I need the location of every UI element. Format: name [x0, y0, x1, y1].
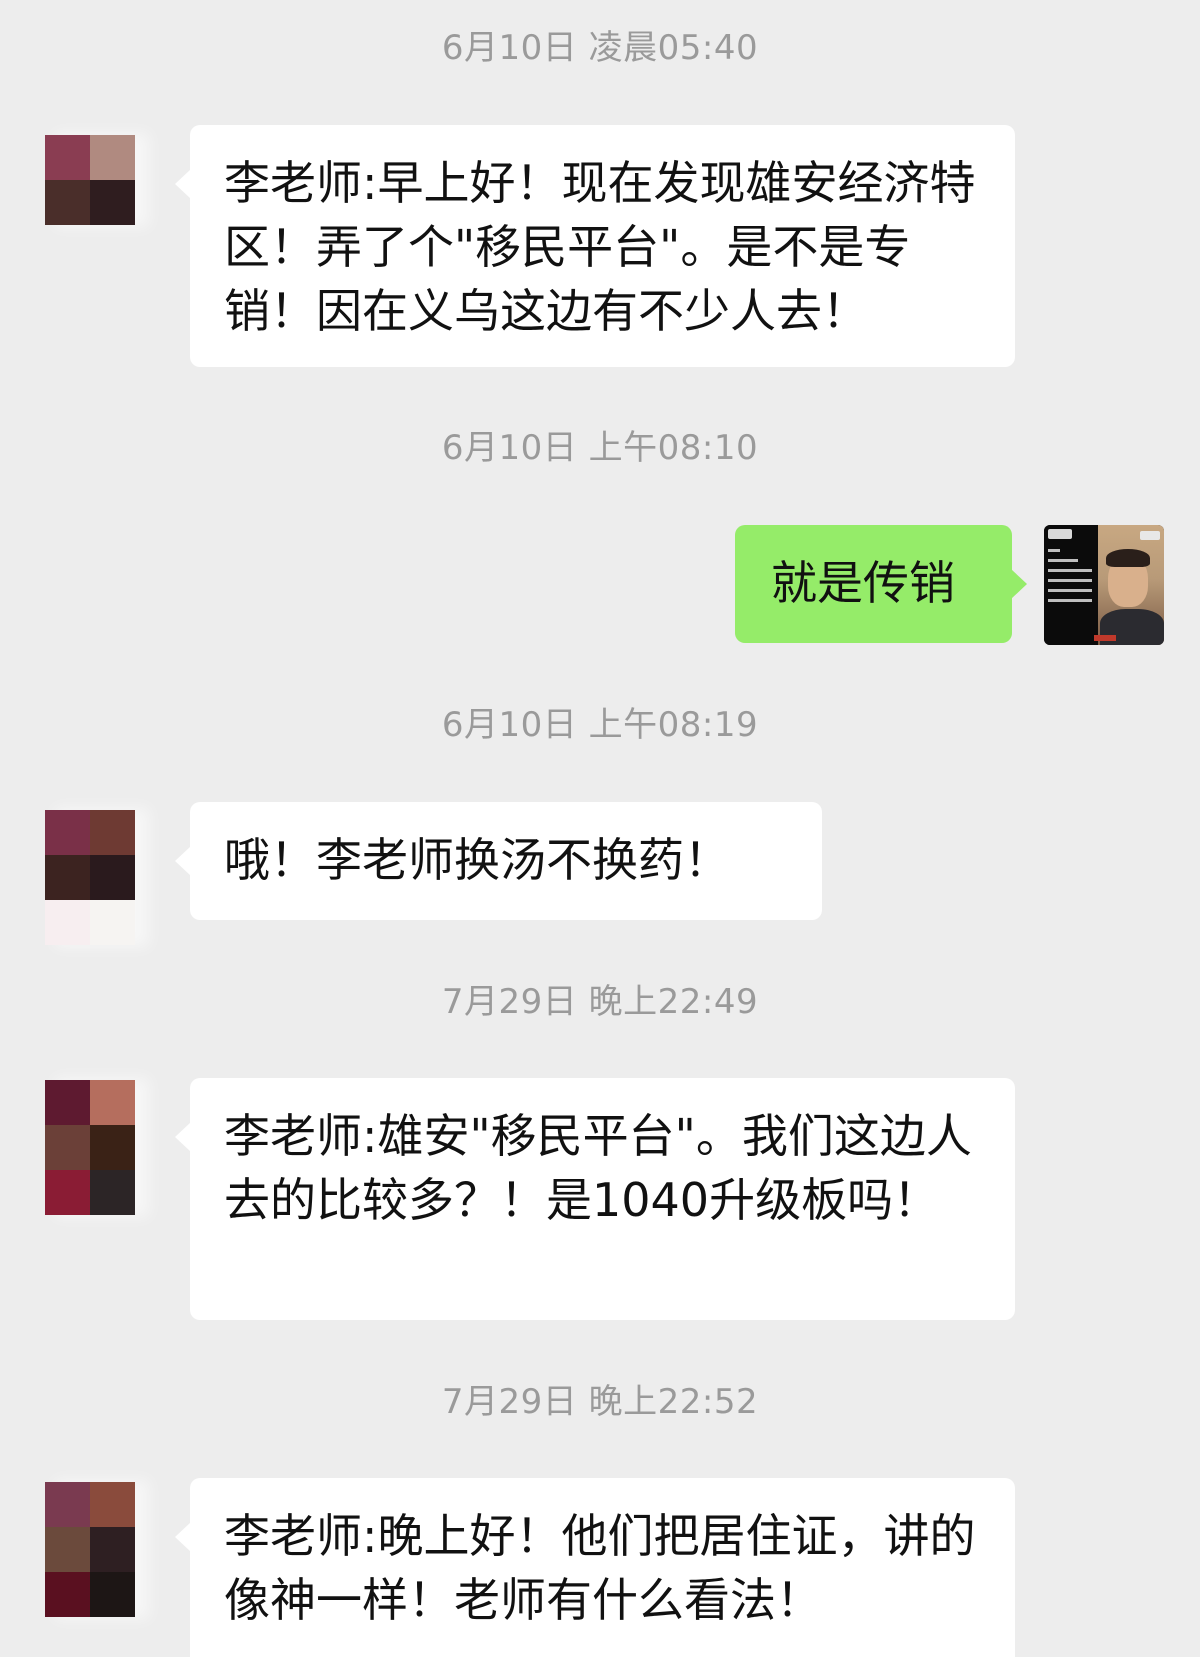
message-bubble-incoming[interactable]: 李老师:雄安"移民平台"。我们这边人去的比较多？！是1040升级板吗！ — [175, 1078, 1015, 1320]
message-text: 哦！李老师换汤不换药！ — [224, 833, 730, 887]
message-text: 就是传销 — [771, 556, 955, 610]
timestamp: 6月10日 凌晨05:40 — [441, 28, 759, 68]
contact-avatar[interactable] — [45, 135, 135, 225]
message-bubble-incoming[interactable]: 李老师:早上好！现在发现雄安经济特区！弄了个"移民平台"。是不是专销！因在义乌这… — [175, 125, 1015, 367]
timestamp: 7月29日 晚上22:49 — [441, 982, 759, 1022]
message-text: 李老师:晚上好！他们把居住证，讲的像神一样！老师有什么看法！ — [224, 1509, 976, 1627]
caption-line — [1048, 559, 1078, 562]
message-bubble-incoming[interactable]: 哦！李老师换汤不换药！ — [175, 802, 822, 920]
message-text: 李老师:早上好！现在发现雄安经济特区！弄了个"移民平台"。是不是专销！因在义乌这… — [224, 156, 976, 338]
contact-avatar[interactable] — [45, 810, 135, 945]
avatar-photo-left — [1044, 525, 1098, 645]
caption-line — [1048, 569, 1092, 572]
timestamp: 6月10日 上午08:10 — [441, 428, 759, 468]
caption-line — [1048, 599, 1092, 602]
contact-avatar[interactable] — [45, 1482, 135, 1617]
caption-line — [1048, 589, 1092, 592]
broadcast-ticker — [1094, 635, 1116, 641]
tv-logo-icon — [1048, 529, 1072, 539]
message-bubble-outgoing[interactable]: 就是传销 — [735, 525, 1027, 643]
self-avatar[interactable] — [1044, 525, 1164, 645]
caption-line — [1048, 579, 1092, 582]
caption-line — [1048, 549, 1060, 552]
contact-avatar[interactable] — [45, 1080, 135, 1215]
timestamp: 6月10日 上午08:19 — [441, 705, 759, 745]
message-text: 李老师:雄安"移民平台"。我们这边人去的比较多？！是1040升级板吗！ — [224, 1109, 972, 1227]
channel-badge-icon — [1140, 531, 1160, 540]
timestamp: 7月29日 晚上22:52 — [441, 1382, 759, 1422]
person-hair — [1106, 549, 1150, 567]
message-bubble-incoming[interactable]: 李老师:晚上好！他们把居住证，讲的像神一样！老师有什么看法！ — [175, 1478, 1015, 1657]
